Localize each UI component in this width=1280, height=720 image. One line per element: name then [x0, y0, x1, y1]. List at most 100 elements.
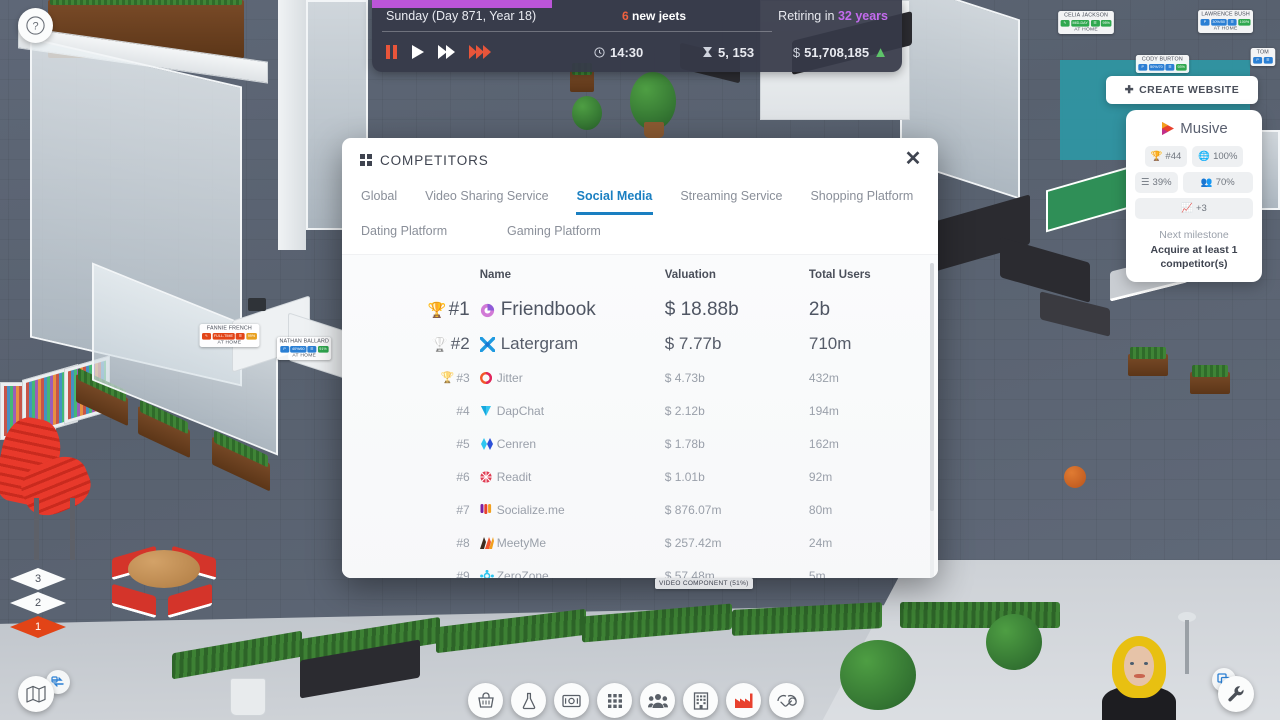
employee-status: AT HOME	[292, 353, 317, 359]
competitors-table-scroll[interactable]: Name Valuation Total Users 🏆 #1 Friendboo…	[342, 254, 938, 578]
close-icon[interactable]: ✕	[902, 149, 924, 171]
create-website-button[interactable]: ✚ CREATE WEBSITE	[1106, 76, 1258, 104]
tab-global[interactable]: Global	[360, 182, 398, 215]
name-cell: Jitter	[479, 361, 665, 394]
employee-name: TOM	[1256, 49, 1269, 56]
stat-trend-badge[interactable]: 📈 +3	[1135, 198, 1253, 219]
name-cell: Socialize.me	[480, 493, 665, 526]
new-jeets-indicator[interactable]: 6 new jeets	[622, 9, 686, 23]
mood-chip: 99%	[246, 332, 257, 340]
stat-reach-badge[interactable]: 🌐 100%	[1192, 146, 1244, 167]
tab-streaming-service[interactable]: Streaming Service	[679, 182, 783, 215]
rank-value: #9	[456, 568, 470, 579]
settings-button[interactable]	[1218, 676, 1254, 712]
toolbar-basket-button[interactable]	[468, 683, 503, 718]
stat-rank-badge[interactable]: 🏆 #44	[1144, 146, 1188, 167]
toolbar-employees-button[interactable]	[640, 683, 675, 718]
employee-nametag[interactable]: CODY BURTON P 50%/70 ☰ 93%	[1135, 55, 1189, 74]
toolbar-production-button[interactable]	[726, 683, 761, 718]
video-component-tooltip: VIDEO COMPONENT (51%)	[655, 578, 753, 589]
tab-shopping-platform[interactable]: Shopping Platform	[809, 182, 914, 215]
bronze-trophy-icon: 🏆	[440, 372, 455, 384]
tab-dating-platform[interactable]: Dating Platform	[360, 217, 480, 250]
scrollbar-thumb[interactable]	[930, 263, 934, 511]
name-cell: Readit	[480, 460, 665, 493]
competitor-name: DapChat	[496, 403, 545, 418]
competitor-name: ZeroZone	[496, 568, 549, 579]
table-row[interactable]: #7 Socialize.me $ 876.07m 80m	[342, 493, 938, 526]
play-button[interactable]	[412, 45, 424, 59]
employee-chips: ✎ MID-DAY ☰ 95%	[1060, 19, 1112, 27]
employee-nametag[interactable]: NATHAN BALLARD P 40%/60 ☰ 91% AT HOME	[276, 337, 332, 360]
table-row[interactable]: #6 Readit $ 1.01b 92m	[342, 460, 938, 493]
valuation-cell: $ 876.07m	[664, 502, 722, 517]
milestone-text: Acquire at least 1 competitor(s)	[1150, 244, 1238, 271]
toolbar-products-button[interactable]	[597, 683, 632, 718]
zoom-level-3[interactable]: 3	[10, 568, 66, 590]
tab-social-media[interactable]: Social Media	[575, 182, 654, 215]
toolbar-company-button[interactable]	[683, 683, 718, 718]
building-icon	[693, 691, 708, 710]
table-row[interactable]: #9 ZeroZone $ 57.48m 5m	[342, 559, 938, 578]
table-row[interactable]: 🏆 #3 Jitter $ 4.73b 432m	[342, 361, 938, 394]
employee-chips: P 30%/50 ☰ 100%	[1200, 18, 1251, 26]
rank-cell: 🏆 #1	[342, 293, 480, 327]
help-button[interactable]: ?	[18, 8, 53, 43]
bottom-toolbar	[468, 683, 804, 718]
company-header: Musive	[1135, 120, 1253, 137]
silver-trophy-icon: 🏆	[431, 335, 449, 352]
tab-gaming-platform[interactable]: Gaming Platform	[506, 217, 602, 250]
employee-chips: P ☰	[1253, 56, 1273, 64]
toolbar-finance-button[interactable]	[554, 683, 589, 718]
planter	[1128, 347, 1168, 376]
table-row[interactable]: #4 DapChat $ 2.12b 194m	[342, 394, 938, 427]
floor-lamp-pole	[1185, 620, 1189, 674]
tree	[572, 96, 602, 130]
task-chip: ☰	[1263, 56, 1273, 64]
jitter-logo-icon	[479, 371, 492, 384]
zoom-level-1[interactable]: 1	[10, 616, 66, 638]
table-row[interactable]: 🏆 #2 Latergram $ 7.77b 710m	[342, 327, 938, 361]
map-button[interactable]	[18, 676, 54, 712]
people-group-icon	[647, 693, 668, 708]
stat-satisfaction-value: 70%	[1215, 177, 1235, 188]
monitor	[248, 298, 266, 311]
role-chip: P	[1253, 56, 1263, 64]
milestone-label: Next milestone	[1159, 229, 1229, 241]
server-icon: ☰	[1141, 177, 1150, 188]
stat-rank-value: #44	[1165, 151, 1182, 162]
zerozone-logo-icon	[479, 569, 494, 578]
employee-nametag[interactable]: LAWRENCE BUSH P 30%/50 ☰ 100% AT HOME	[1198, 10, 1254, 33]
task-chip: ☰	[307, 345, 317, 353]
employee-nametag[interactable]: FANNIE FRENCH ✎ FULL-TIME ☰ 99% AT HOME	[199, 324, 260, 347]
table-row[interactable]: 🏆 #1 Friendbook $ 18.88b 2b	[342, 293, 938, 327]
schedule-chip: 50%/70	[1148, 63, 1165, 71]
tab-video-sharing-service[interactable]: Video Sharing Service	[424, 182, 549, 215]
valuation-cell: $ 4.73b	[664, 370, 705, 385]
toolbar-research-button[interactable]	[511, 683, 546, 718]
employee-name: NATHAN BALLARD	[279, 338, 330, 345]
rank-cell: #4	[342, 394, 480, 427]
planter	[1190, 365, 1230, 394]
milestone-section: Next milestone Acquire at least 1 compet…	[1135, 229, 1253, 271]
cenren-logo-icon	[480, 437, 493, 450]
rank-value: #2	[450, 334, 470, 353]
pause-button[interactable]	[386, 45, 398, 59]
grid-apps-icon	[607, 693, 622, 708]
employee-nametag[interactable]: TOM P ☰	[1250, 48, 1275, 67]
table-row[interactable]: #5 Cenren $ 1.78b 162m	[342, 427, 938, 460]
toolbar-deals-button[interactable]	[769, 683, 804, 718]
rank-cell: #6	[342, 460, 480, 493]
tree	[986, 614, 1042, 670]
hud-bottom-row: 14:30 5, 153 $ 51,708,185 ▲	[372, 32, 902, 72]
zoom-level-2[interactable]: 2	[10, 592, 66, 614]
fast-forward-button[interactable]	[438, 45, 455, 59]
planter	[570, 63, 594, 92]
ultra-speed-button[interactable]	[469, 45, 493, 59]
stat-server-badge[interactable]: ☰ 39%	[1135, 172, 1178, 193]
dialog-title: COMPETITORS	[380, 152, 489, 168]
table-row[interactable]: #8 MeetyMe $ 257.42m 24m	[342, 526, 938, 559]
employee-nametag[interactable]: CELIA JACKSON ✎ MID-DAY ☰ 95% AT HOME	[1058, 11, 1115, 34]
stat-satisfaction-badge[interactable]: 👥 70%	[1182, 172, 1253, 193]
rank-value: #8	[456, 535, 470, 550]
